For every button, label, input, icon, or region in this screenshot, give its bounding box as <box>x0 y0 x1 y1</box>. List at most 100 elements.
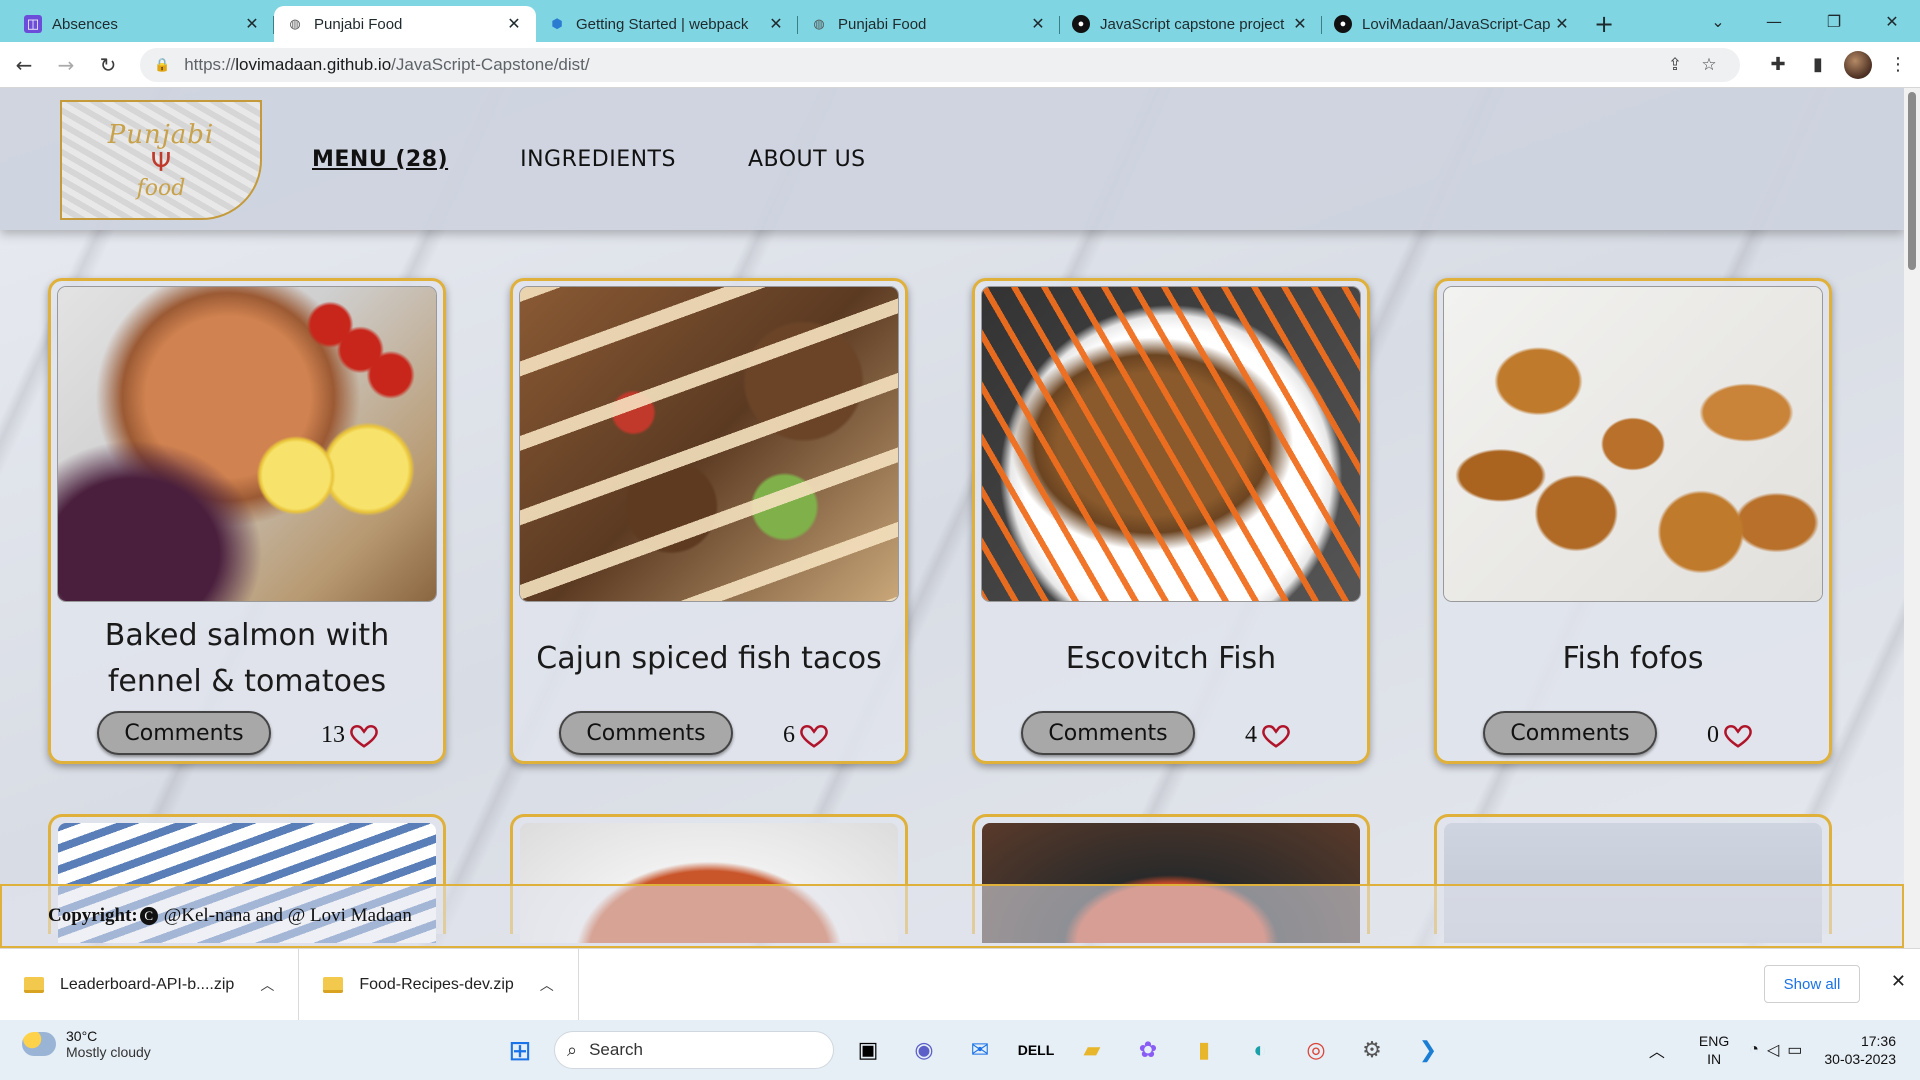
close-tab-icon[interactable]: ✕ <box>242 14 262 34</box>
site-header: Punjabi Ψ food MENU (28) INGREDIENTS ABO… <box>0 88 1904 230</box>
meal-title: Cajun spiced fish tacos <box>536 641 882 676</box>
download-filename: Leaderboard-API-b....zip <box>60 975 235 993</box>
chrome-icon[interactable]: ◎ <box>1294 1028 1338 1072</box>
site-logo[interactable]: Punjabi Ψ food <box>60 100 262 220</box>
chevron-up-icon[interactable]: ︿ <box>1649 1038 1665 1062</box>
meal-card: Baked salmon with fennel & tomatoes Comm… <box>48 278 446 764</box>
vscode-icon[interactable]: ❯ <box>1406 1028 1450 1072</box>
meal-photo <box>982 287 1360 601</box>
close-tab-icon[interactable]: ✕ <box>504 14 524 34</box>
new-tab-button[interactable]: + <box>1584 6 1624 42</box>
heart-like-icon[interactable] <box>1723 720 1753 750</box>
browser-tab[interactable]: ● JavaScript capstone project ✕ <box>1060 6 1322 42</box>
url-scheme: https:// <box>184 54 236 74</box>
scrollbar-thumb[interactable] <box>1908 92 1916 270</box>
close-window-button[interactable]: ✕ <box>1864 0 1920 42</box>
main-nav: MENU (28) INGREDIENTS ABOUT US <box>312 88 866 230</box>
heart-like-icon[interactable] <box>349 720 379 750</box>
address-toolbar: ← → ↻ 🔒 https:// lovimadaan.github.io /J… <box>0 42 1920 88</box>
nav-ingredients-link[interactable]: INGREDIENTS <box>520 147 676 172</box>
close-tab-icon[interactable]: ✕ <box>1290 14 1310 34</box>
profile-avatar[interactable] <box>1838 47 1878 83</box>
page-scrollbar[interactable] <box>1904 88 1920 948</box>
back-arrow-icon[interactable]: ← <box>6 47 42 83</box>
nav-menu-link[interactable]: MENU (28) <box>312 147 448 172</box>
meal-card: Cajun spiced fish tacos Comments 6 <box>510 278 908 764</box>
close-tab-icon[interactable]: ✕ <box>1552 14 1572 34</box>
copilot-icon[interactable]: ✿ <box>1126 1028 1170 1072</box>
windows-start-icon[interactable]: ⊞ <box>498 1028 542 1072</box>
lock-icon[interactable]: 🔒 <box>154 57 170 73</box>
extensions-puzzle-icon[interactable]: ✚ <box>1758 47 1798 83</box>
weather-temp: 30°C <box>66 1028 98 1044</box>
copyright-text: @Kel-nana and @ Lovi Madaan <box>163 905 412 926</box>
edge-icon[interactable]: ◐ <box>1238 1028 1282 1072</box>
close-tab-icon[interactable]: ✕ <box>1028 14 1048 34</box>
nav-about-link[interactable]: ABOUT US <box>748 147 866 172</box>
windows-taskbar: 30°C Mostly cloudy ⊞ ⌕ Search ▣ ◉ ✉ DELL… <box>0 1020 1920 1080</box>
taskbar-search[interactable]: ⌕ Search <box>554 1031 834 1069</box>
weather-widget[interactable]: 30°C Mostly cloudy <box>22 1028 151 1060</box>
zip-folder-icon <box>323 976 344 993</box>
bookmark-star-icon[interactable]: ☆ <box>1692 55 1726 75</box>
teams-chat-icon[interactable]: ◉ <box>902 1028 946 1072</box>
browser-tab[interactable]: ⬢ Getting Started | webpack ✕ <box>536 6 798 42</box>
side-panel-icon[interactable]: ▮ <box>1798 47 1838 83</box>
likes-count: 13 <box>321 721 345 748</box>
chevron-up-icon[interactable]: ︿ <box>540 975 554 995</box>
settings-gear-icon[interactable]: ⚙ <box>1350 1028 1394 1072</box>
dell-icon[interactable]: DELL <box>1014 1028 1058 1072</box>
meal-card: Fish fofos Comments 0 <box>1434 278 1832 764</box>
language-indicator[interactable]: ENG IN <box>1699 1032 1729 1068</box>
likes-count: 4 <box>1245 721 1257 748</box>
heart-like-icon[interactable] <box>1261 720 1291 750</box>
maximize-button[interactable]: ❐ <box>1806 0 1862 42</box>
reload-icon[interactable]: ↻ <box>90 47 126 83</box>
meal-photo <box>58 287 436 601</box>
browser-tab[interactable]: ● LoviMadaan/JavaScript-Cap ✕ <box>1322 6 1584 42</box>
wifi-icon[interactable]: ◔ <box>1749 1041 1759 1059</box>
clock-time: 17:36 <box>1860 1033 1896 1049</box>
mail-icon[interactable]: ✉ <box>958 1028 1002 1072</box>
logo-text-top: Punjabi <box>107 119 215 150</box>
show-all-button[interactable]: Show all <box>1764 965 1860 1003</box>
share-icon[interactable]: ⇪ <box>1658 55 1692 75</box>
file-explorer-icon[interactable]: ▰ <box>1070 1028 1114 1072</box>
clock[interactable]: 17:36 30-03-2023 <box>1824 1032 1896 1068</box>
tab-search-chevron-icon[interactable]: ⌄ <box>1690 0 1746 42</box>
comments-button[interactable]: Comments <box>1483 711 1657 755</box>
downloads-bar: Leaderboard-API-b....zip ︿ Food-Recipes-… <box>0 948 1920 1021</box>
browser-tab[interactable]: ◍ Punjabi Food ✕ <box>798 6 1060 42</box>
zip-folder-icon <box>24 976 44 993</box>
cutlery-icon: Ψ <box>150 147 172 178</box>
minimize-button[interactable]: — <box>1746 0 1802 42</box>
download-item[interactable]: Leaderboard-API-b....zip ︿ <box>0 948 300 1021</box>
meal-title: Baked salmon with fennel & tomatoes <box>104 618 390 699</box>
globe-icon: ◍ <box>289 16 301 31</box>
tab-title: LoviMadaan/JavaScript-Cap <box>1362 15 1551 33</box>
comments-button[interactable]: Comments <box>559 711 733 755</box>
close-icon[interactable]: ✕ <box>1891 971 1906 992</box>
meal-card: Escovitch Fish Comments 4 <box>972 278 1370 764</box>
comments-button[interactable]: Comments <box>1021 711 1195 755</box>
meal-photo <box>1444 287 1822 601</box>
browser-menu-icon[interactable]: ⋮ <box>1878 47 1918 83</box>
tab-title: Absences <box>52 15 118 33</box>
browser-tab-active[interactable]: ◍ Punjabi Food ✕ <box>274 6 536 42</box>
url-bar[interactable]: 🔒 https:// lovimadaan.github.io /JavaScr… <box>140 47 1740 82</box>
likes-counter: 4 <box>1245 715 1291 755</box>
heart-like-icon[interactable] <box>799 720 829 750</box>
taskbar-apps: ⊞ ⌕ Search ▣ ◉ ✉ DELL ▰ ✿ ▮ ◐ ◎ ⚙ ❯ <box>498 1026 1450 1074</box>
browser-tab[interactable]: ◫ Absences ✕ <box>12 6 274 42</box>
battery-icon[interactable]: ▭ <box>1787 1040 1802 1060</box>
task-view-icon[interactable]: ▣ <box>846 1028 890 1072</box>
chevron-up-icon[interactable]: ︿ <box>260 975 274 995</box>
close-tab-icon[interactable]: ✕ <box>766 14 786 34</box>
forward-arrow-icon[interactable]: → <box>48 47 84 83</box>
volume-icon[interactable]: ◁ <box>1767 1040 1779 1060</box>
download-item[interactable]: Food-Recipes-dev.zip ︿ <box>299 948 579 1021</box>
tab-title: Punjabi Food <box>314 15 403 33</box>
search-label: Search <box>589 1040 643 1059</box>
comments-button[interactable]: Comments <box>97 711 271 755</box>
power-bi-icon[interactable]: ▮ <box>1182 1028 1226 1072</box>
